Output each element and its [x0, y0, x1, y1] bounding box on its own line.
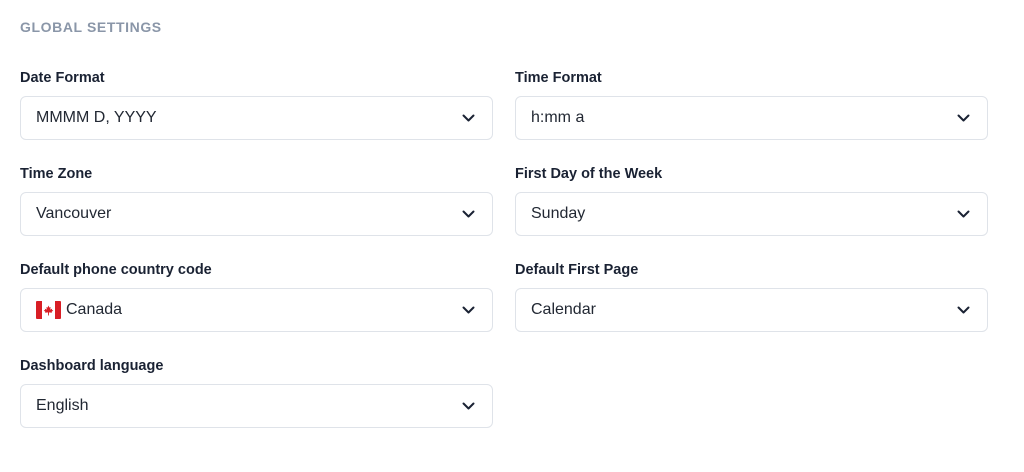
first-day-select[interactable]: Sunday: [515, 192, 988, 236]
chevron-down-icon: [956, 207, 970, 221]
phone-code-select[interactable]: Canada: [20, 288, 493, 332]
first-page-value: Calendar: [531, 301, 596, 318]
language-field: Dashboard language English: [20, 357, 493, 428]
time-format-select[interactable]: h:mm a: [515, 96, 988, 140]
time-zone-field: Time Zone Vancouver: [20, 165, 493, 236]
chevron-down-icon: [461, 111, 475, 125]
chevron-down-icon: [461, 399, 475, 413]
date-format-label: Date Format: [20, 70, 105, 86]
time-zone-value: Vancouver: [36, 205, 112, 222]
time-zone-select[interactable]: Vancouver: [20, 192, 493, 236]
chevron-down-icon: [956, 303, 970, 317]
phone-code-label: Default phone country code: [20, 262, 212, 278]
phone-code-field: Default phone country code Canada: [20, 261, 493, 332]
time-format-label: Time Format: [515, 70, 602, 86]
canada-flag-icon: [36, 301, 61, 319]
time-format-value: h:mm a: [531, 109, 585, 126]
first-day-label: First Day of the Week: [515, 166, 663, 182]
time-format-field: Time Format h:mm a: [515, 69, 988, 140]
section-title: GLOBAL SETTINGS: [20, 19, 162, 35]
language-select[interactable]: English: [20, 384, 493, 428]
phone-code-value: Canada: [66, 301, 123, 318]
language-label: Dashboard language: [20, 358, 164, 374]
first-page-select[interactable]: Calendar: [515, 288, 988, 332]
chevron-down-icon: [956, 111, 970, 125]
language-value: English: [36, 397, 89, 414]
first-page-field: Default First Page Calendar: [515, 261, 988, 332]
date-format-select[interactable]: MMMM D, YYYY: [20, 96, 493, 140]
date-format-field: Date Format MMMM D, YYYY: [20, 69, 493, 140]
first-page-label: Default First Page: [515, 262, 639, 278]
first-day-field: First Day of the Week Sunday: [515, 165, 988, 236]
date-format-value: MMMM D, YYYY: [36, 109, 157, 126]
time-zone-label: Time Zone: [20, 166, 93, 182]
first-day-value: Sunday: [531, 205, 586, 222]
chevron-down-icon: [461, 303, 475, 317]
chevron-down-icon: [461, 207, 475, 221]
global-settings-panel: GLOBAL SETTINGS Date Format MMMM D, YYYY…: [0, 0, 1024, 472]
